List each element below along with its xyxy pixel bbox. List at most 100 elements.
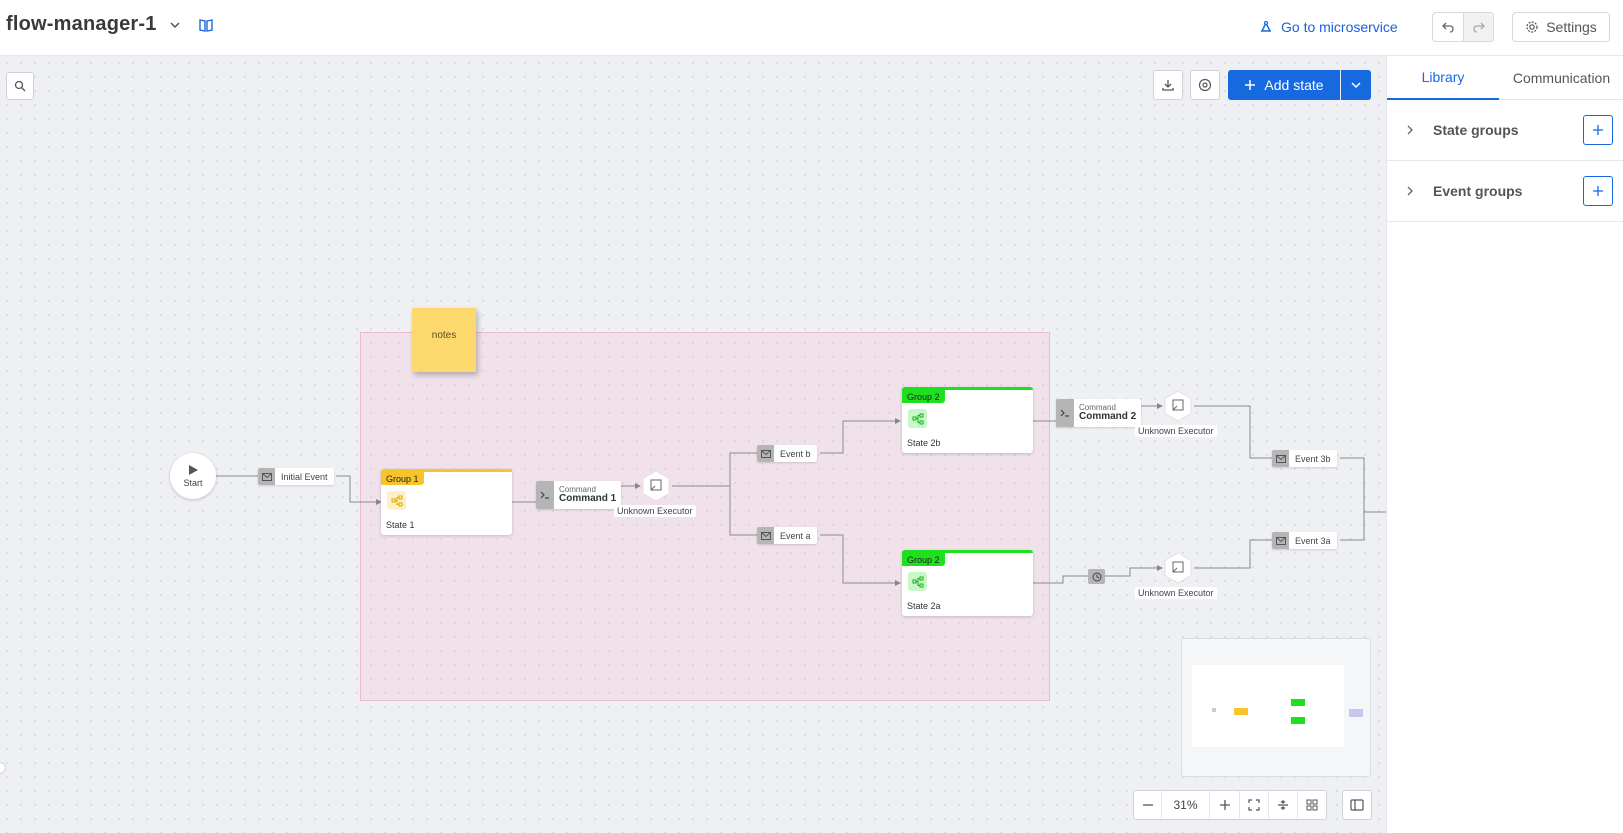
state-node-2a[interactable]: Group 2 State 2a: [902, 550, 1033, 616]
terminal-icon: [1056, 399, 1074, 427]
start-label: Start: [183, 478, 203, 488]
edge-exec3-event3a: [1194, 539, 1272, 569]
chevron-right-icon[interactable]: [1405, 185, 1415, 197]
envelope-icon: [757, 527, 774, 544]
zoom-in-button[interactable]: [1210, 791, 1240, 819]
download-icon: [1162, 80, 1174, 91]
gear-icon: [1526, 21, 1538, 33]
add-state-group-button[interactable]: [1583, 115, 1613, 145]
zoom-percentage: 31%: [1173, 798, 1198, 812]
top-bar: flow-manager-1 Go to microservice Settin…: [0, 0, 1623, 56]
state-node-2b[interactable]: Group 2 State 2b: [902, 387, 1033, 453]
chevron-down-icon: [1351, 82, 1361, 89]
executor-label: Unknown Executor: [1135, 425, 1217, 437]
go-to-microservice-label: Go to microservice: [1281, 19, 1398, 35]
event-label: Event a: [780, 530, 811, 541]
executor-node-1[interactable]: [640, 470, 672, 502]
event-node-b[interactable]: Event b: [757, 445, 817, 462]
command-name: Command 1: [559, 492, 617, 504]
envelope-icon: [1272, 450, 1289, 467]
executor-node-3[interactable]: [1162, 552, 1194, 584]
go-to-microservice-link[interactable]: Go to microservice: [1259, 16, 1398, 38]
edge-timer-exec3: [1105, 565, 1163, 577]
edge-event3b-merge: [1340, 457, 1386, 513]
add-state-button[interactable]: Add state: [1228, 70, 1340, 100]
fit-view-button[interactable]: [1240, 791, 1269, 819]
tab-library[interactable]: Library: [1387, 56, 1499, 100]
chevron-right-icon[interactable]: [1405, 124, 1415, 136]
redo-button[interactable]: [1463, 13, 1493, 41]
grid-button[interactable]: [1298, 791, 1326, 819]
zoom-level[interactable]: 31%: [1162, 791, 1210, 819]
undo-icon: [1442, 22, 1454, 33]
flow-name[interactable]: flow-manager-1: [6, 13, 157, 36]
edge-state2a-timer: [1032, 575, 1088, 584]
add-event-group-button[interactable]: [1583, 176, 1613, 206]
group-tag: Group 2: [902, 390, 945, 403]
minimap-offscreen: [1349, 709, 1363, 717]
panel-toggle-button[interactable]: [1342, 790, 1372, 820]
tab-communication[interactable]: Communication: [1499, 56, 1623, 100]
canvas-search-button[interactable]: [6, 72, 34, 100]
state-node-1[interactable]: Group 1 State 1: [381, 469, 512, 535]
state-name: State 1: [386, 520, 415, 530]
play-icon: [189, 465, 198, 475]
flow-canvas[interactable]: notes Start Initial Event Event b Event …: [0, 56, 1386, 833]
envelope-icon: [258, 468, 275, 485]
minimap-group2-b: [1291, 699, 1305, 706]
event-label: Event b: [780, 448, 811, 459]
timer-node[interactable]: [1088, 569, 1105, 584]
state-flow-icon: [908, 409, 927, 428]
add-state-dropdown-button[interactable]: [1341, 70, 1371, 100]
docs-book-icon[interactable]: [198, 17, 214, 33]
fullscreen-icon: [1248, 799, 1260, 811]
group-tag: Group 2: [902, 553, 945, 566]
event-label: Initial Event: [281, 471, 328, 482]
state-groups-row[interactable]: State groups: [1387, 100, 1623, 161]
edge-split-eventb: [729, 452, 757, 486]
grid-icon: [1306, 799, 1318, 811]
chevron-down-icon[interactable]: [168, 18, 182, 32]
minimap-group1: [1234, 708, 1248, 715]
command-node-2[interactable]: Command Command 2: [1056, 399, 1142, 427]
zoom-out-button[interactable]: [1134, 791, 1162, 819]
command-name: Command 2: [1079, 410, 1137, 422]
add-state-label: Add state: [1264, 77, 1324, 93]
group-tag: Group 1: [381, 472, 424, 485]
edge-event3a-merge: [1340, 512, 1365, 541]
flow-edges: [216, 403, 1386, 586]
redo-icon: [1472, 22, 1485, 33]
minus-icon: [1142, 804, 1153, 806]
event-node-initial[interactable]: Initial Event: [258, 468, 334, 485]
side-panel-tabs: Library Communication: [1387, 56, 1623, 100]
plus-icon: [1593, 125, 1603, 135]
state-groups-label: State groups: [1433, 122, 1519, 138]
start-node[interactable]: Start: [170, 453, 216, 499]
layout-button[interactable]: [1190, 70, 1220, 100]
state-flow-icon: [908, 572, 927, 591]
event-node-3a[interactable]: Event 3a: [1272, 532, 1337, 549]
center-button[interactable]: [1269, 791, 1298, 819]
executor-label: Unknown Executor: [614, 505, 696, 517]
event-groups-row[interactable]: Event groups: [1387, 161, 1623, 222]
plus-icon: [1219, 800, 1230, 810]
terminal-icon: [536, 481, 554, 509]
executor-node-2[interactable]: [1162, 390, 1194, 422]
plus-icon: [1593, 186, 1603, 196]
event-node-3b[interactable]: Event 3b: [1272, 450, 1337, 467]
search-icon: [14, 80, 26, 92]
download-button[interactable]: [1153, 70, 1183, 100]
zoom-controls: 31%: [1133, 790, 1327, 820]
minimap[interactable]: [1181, 638, 1371, 777]
event-node-a[interactable]: Event a: [757, 527, 817, 544]
edge-eventa-state2a: [820, 534, 901, 586]
side-panel: Library Communication State groups Event…: [1386, 56, 1623, 833]
undo-button[interactable]: [1433, 13, 1463, 41]
settings-label: Settings: [1546, 19, 1597, 35]
settings-button[interactable]: Settings: [1512, 12, 1610, 42]
event-label: Event 3a: [1295, 535, 1331, 546]
clock-icon: [1092, 572, 1101, 581]
edge-initial-state1: [336, 475, 382, 505]
command-node-1[interactable]: Command Command 1: [536, 481, 622, 509]
history-controls: [1432, 12, 1494, 42]
